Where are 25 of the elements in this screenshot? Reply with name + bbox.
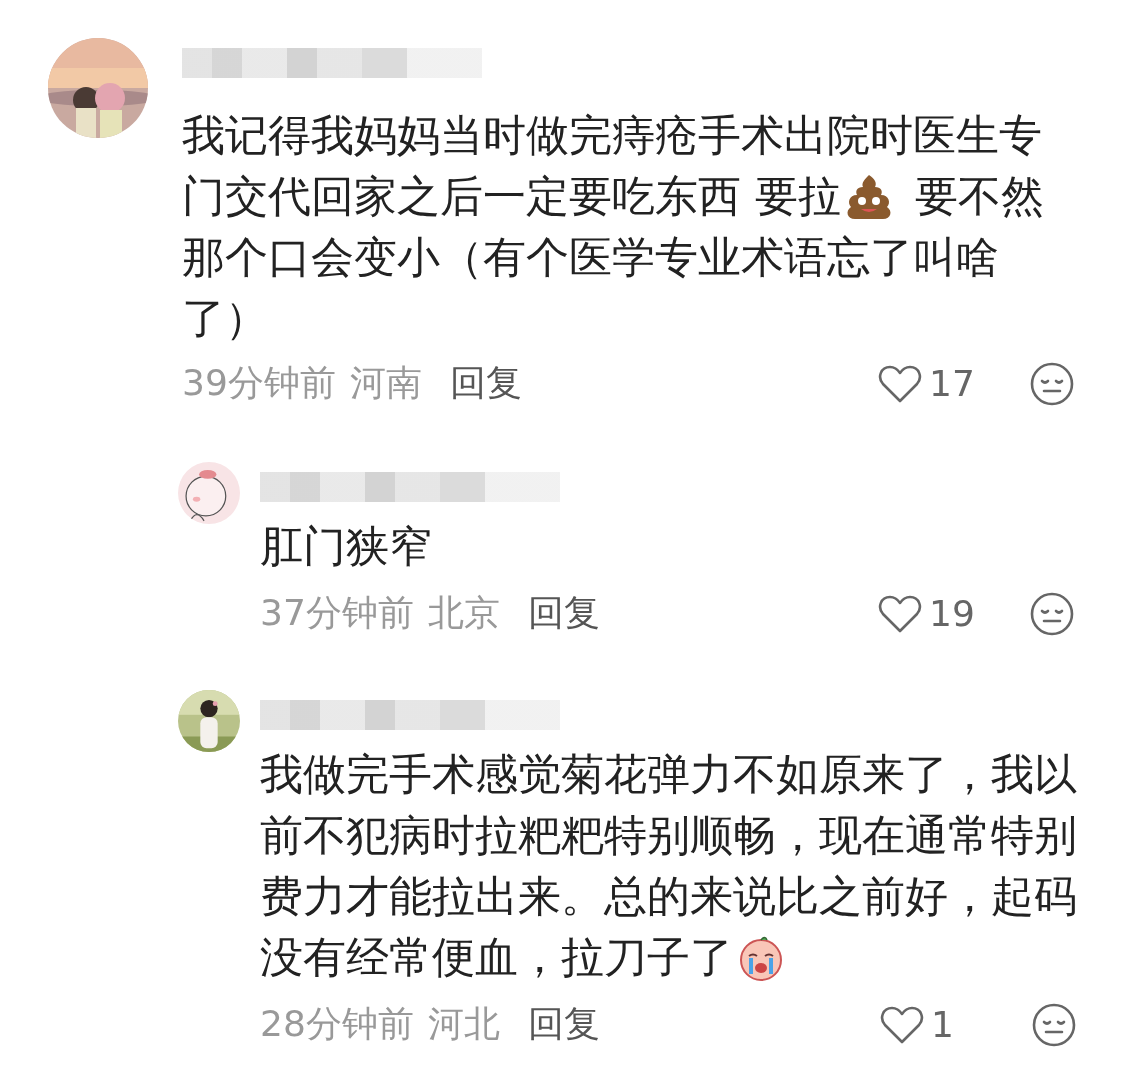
like-count: 19 [929, 593, 976, 634]
comment-text: 肛门狭窄 [260, 520, 432, 573]
comment-text: 没有经常便血，拉刀子了 [260, 931, 733, 984]
reply-link[interactable]: 回复 [527, 1000, 600, 1049]
reply-link[interactable]: 回复 [527, 589, 600, 638]
comment-location: 河北 [427, 1002, 500, 1046]
comment-time: 28分钟前 [260, 1002, 414, 1046]
neutral-face-icon[interactable] [1029, 360, 1075, 407]
like-count: 1 [931, 1004, 955, 1045]
comment-time: 39分钟前 [182, 361, 336, 405]
comment-text: 了） [182, 292, 268, 345]
reply-link[interactable]: 回复 [449, 359, 522, 408]
like-count: 17 [929, 363, 976, 404]
comment-text: 门交代回家之后一定要吃东西 要拉 [182, 170, 841, 223]
comment-text: 那个口会变小（有个医学专业术语忘了叫啥 [182, 231, 999, 284]
comment-location: 北京 [427, 591, 500, 635]
comment-text: 费力才能拉出来。总的来说比之前好，起码 [260, 870, 1077, 923]
comment-text: 我记得我妈妈当时做完痔疮手术出院时医生专 [182, 109, 1042, 162]
comment-text: 我做完手术感觉菊花弹力不如原来了，我以 [260, 748, 1077, 801]
comment-location: 河南 [349, 361, 422, 405]
comment-text: 要不然 [914, 170, 1044, 223]
comment-text: 前不犯病时拉粑粑特别顺畅，现在通常特别 [260, 809, 1077, 862]
neutral-face-icon[interactable] [1031, 1001, 1077, 1048]
neutral-face-icon[interactable] [1029, 590, 1075, 637]
comment-time: 37分钟前 [260, 591, 414, 635]
